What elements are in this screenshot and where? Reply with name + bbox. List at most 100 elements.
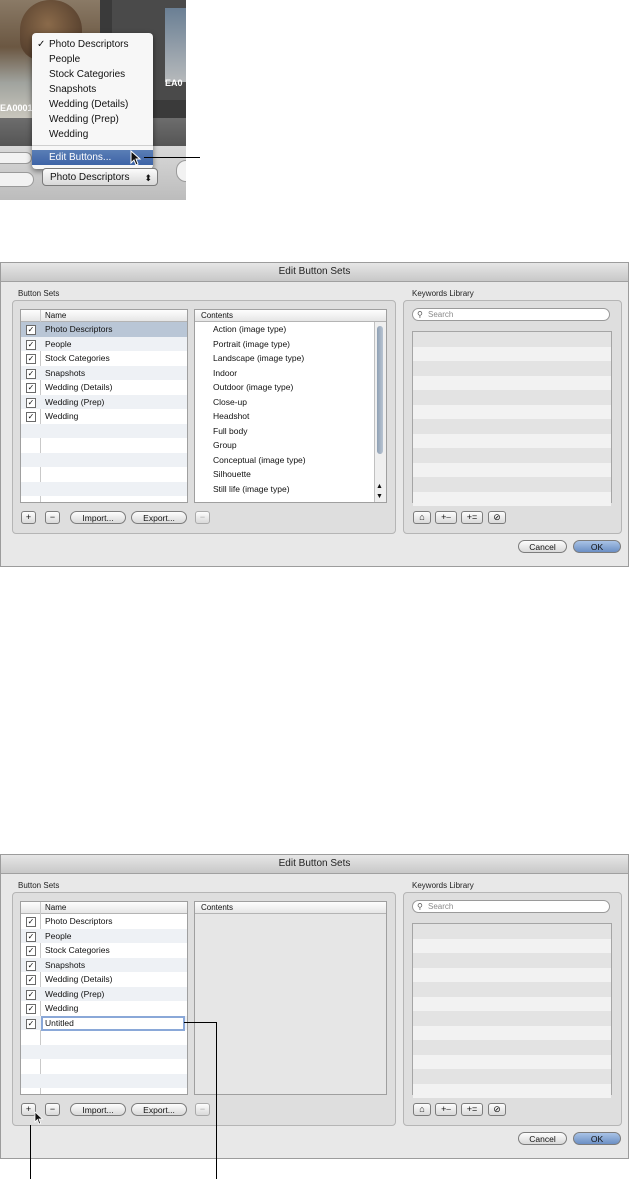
remove-keyword-button[interactable]: − bbox=[195, 1103, 210, 1116]
add-keyword-icon[interactable]: +⎯ bbox=[435, 1103, 457, 1116]
keywords-library-list[interactable] bbox=[412, 923, 612, 1098]
keyword-row[interactable] bbox=[413, 1069, 611, 1084]
menu-item-photo-descriptors[interactable]: ✓ Photo Descriptors bbox=[32, 37, 153, 52]
cancel-button[interactable]: Cancel bbox=[518, 540, 567, 553]
keyword-row[interactable] bbox=[413, 1025, 611, 1040]
checkbox-icon[interactable]: ✓ bbox=[26, 960, 36, 971]
menu-item-wedding-prep[interactable]: Wedding (Prep) bbox=[32, 112, 153, 127]
contents-item[interactable]: Still life (image type) bbox=[195, 482, 374, 497]
contents-item[interactable]: Full body bbox=[195, 424, 374, 439]
table-row[interactable]: ✓ Wedding bbox=[21, 1001, 187, 1016]
checkbox-icon[interactable]: ✓ bbox=[26, 975, 36, 985]
scroll-up-arrow-icon[interactable]: ▲ bbox=[376, 483, 383, 490]
keyword-row[interactable] bbox=[413, 419, 611, 434]
export-button[interactable]: Export... bbox=[131, 1103, 187, 1116]
menu-item-wedding[interactable]: Wedding bbox=[32, 127, 153, 142]
contents-item[interactable]: Group bbox=[195, 438, 374, 453]
table-row[interactable]: ✓ Wedding (Details) bbox=[21, 972, 187, 987]
import-button[interactable]: Import... bbox=[70, 1103, 126, 1116]
delete-keyword-icon[interactable]: ⊘ bbox=[488, 511, 506, 524]
menu-item-stock-categories[interactable]: Stock Categories bbox=[32, 67, 153, 82]
checkbox-icon[interactable]: ✓ bbox=[26, 368, 36, 379]
lock-icon[interactable]: ⌂ bbox=[413, 1103, 431, 1116]
keyword-row[interactable] bbox=[413, 1083, 611, 1098]
keyword-row[interactable] bbox=[413, 346, 611, 361]
toolbar-field[interactable] bbox=[0, 172, 34, 187]
keyword-row[interactable] bbox=[413, 996, 611, 1011]
checkbox-icon[interactable]: ✓ bbox=[26, 1004, 36, 1014]
keyword-row[interactable] bbox=[413, 953, 611, 968]
table-row[interactable]: ✓ Stock Categories bbox=[21, 943, 187, 958]
keyword-row[interactable] bbox=[413, 1040, 611, 1055]
scroll-down-arrow-icon[interactable]: ▼ bbox=[376, 493, 383, 500]
keyword-row[interactable] bbox=[413, 332, 611, 347]
contents-item[interactable]: Silhouette bbox=[195, 467, 374, 482]
remove-set-button[interactable]: − bbox=[45, 511, 60, 524]
table-row[interactable]: ✓ Wedding (Details) bbox=[21, 380, 187, 395]
toolbar-field[interactable] bbox=[0, 152, 32, 164]
cancel-button[interactable]: Cancel bbox=[518, 1132, 567, 1145]
export-button[interactable]: Export... bbox=[131, 511, 187, 524]
table-row[interactable]: ✓ Wedding (Prep) bbox=[21, 986, 187, 1001]
contents-item[interactable]: Action (image type) bbox=[195, 322, 374, 337]
keyword-row[interactable] bbox=[413, 1054, 611, 1069]
ok-button[interactable]: OK bbox=[573, 540, 621, 553]
checkbox-icon[interactable]: ✓ bbox=[26, 412, 36, 422]
keywords-search-field[interactable]: ⚲ Search bbox=[412, 900, 610, 913]
new-set-name-field[interactable]: Untitled bbox=[41, 1016, 185, 1031]
delete-keyword-icon[interactable]: ⊘ bbox=[488, 1103, 506, 1116]
table-row[interactable]: ✓ Snapshots bbox=[21, 957, 187, 972]
table-row[interactable]: ✓ Wedding (Prep) bbox=[21, 394, 187, 409]
keyword-row[interactable] bbox=[413, 448, 611, 463]
table-row[interactable]: ✓ Snapshots bbox=[21, 365, 187, 380]
contents-item[interactable]: Landscape (image type) bbox=[195, 351, 374, 366]
keyword-row[interactable] bbox=[413, 477, 611, 492]
checkbox-icon[interactable]: ✓ bbox=[26, 946, 36, 956]
table-row[interactable]: ✓ Photo Descriptors bbox=[21, 914, 187, 929]
contents-item[interactable]: Conceptual (image type) bbox=[195, 453, 374, 468]
keyword-row[interactable] bbox=[413, 967, 611, 982]
checkbox-icon[interactable]: ✓ bbox=[26, 917, 36, 927]
keyword-row[interactable] bbox=[413, 491, 611, 506]
keyword-row[interactable] bbox=[413, 938, 611, 953]
contents-item[interactable]: Portrait (image type) bbox=[195, 337, 374, 352]
keyword-row[interactable] bbox=[413, 462, 611, 477]
checkbox-icon[interactable]: ✓ bbox=[26, 383, 36, 393]
keyword-row[interactable] bbox=[413, 361, 611, 376]
checkbox-icon[interactable]: ✓ bbox=[26, 1018, 36, 1029]
contents-item[interactable]: Close-up bbox=[195, 395, 374, 410]
add-set-button[interactable]: + bbox=[21, 511, 36, 524]
checkbox-icon[interactable]: ✓ bbox=[26, 397, 36, 408]
table-row[interactable]: ✓ People bbox=[21, 336, 187, 351]
table-row[interactable]: ✓ People bbox=[21, 928, 187, 943]
contents-item[interactable]: Indoor bbox=[195, 366, 374, 381]
contents-scrollbar[interactable]: ▲ ▼ bbox=[374, 322, 386, 502]
table-row[interactable]: ✓ Stock Categories bbox=[21, 351, 187, 366]
remove-keyword-button[interactable]: − bbox=[195, 511, 210, 524]
button-set-popup[interactable]: Photo Descriptors ⬍ bbox=[42, 168, 158, 186]
contents-item[interactable]: Outdoor (image type) bbox=[195, 380, 374, 395]
import-button[interactable]: Import... bbox=[70, 511, 126, 524]
keywords-search-field[interactable]: ⚲ Search bbox=[412, 308, 610, 321]
table-row[interactable]: ✓ Wedding bbox=[21, 409, 187, 424]
table-row[interactable]: ✓ Photo Descriptors bbox=[21, 322, 187, 337]
keyword-row[interactable] bbox=[413, 390, 611, 405]
keyword-row[interactable] bbox=[413, 433, 611, 448]
checkbox-icon[interactable]: ✓ bbox=[26, 354, 36, 364]
add-subordinate-keyword-icon[interactable]: += bbox=[461, 511, 483, 524]
menu-item-wedding-details[interactable]: Wedding (Details) bbox=[32, 97, 153, 112]
menu-item-people[interactable]: People bbox=[32, 52, 153, 67]
checkbox-icon[interactable]: ✓ bbox=[26, 931, 36, 942]
lock-icon[interactable]: ⌂ bbox=[413, 511, 431, 524]
scroll-thumb[interactable] bbox=[377, 326, 383, 454]
checkbox-icon[interactable]: ✓ bbox=[26, 989, 36, 1000]
keyword-row[interactable] bbox=[413, 924, 611, 939]
remove-set-button[interactable]: − bbox=[45, 1103, 60, 1116]
ok-button[interactable]: OK bbox=[573, 1132, 621, 1145]
contents-item[interactable]: Headshot bbox=[195, 409, 374, 424]
checkbox-icon[interactable]: ✓ bbox=[26, 339, 36, 350]
add-subordinate-keyword-icon[interactable]: += bbox=[461, 1103, 483, 1116]
keywords-library-list[interactable] bbox=[412, 331, 612, 506]
keyword-row[interactable] bbox=[413, 375, 611, 390]
keyword-row[interactable] bbox=[413, 982, 611, 997]
